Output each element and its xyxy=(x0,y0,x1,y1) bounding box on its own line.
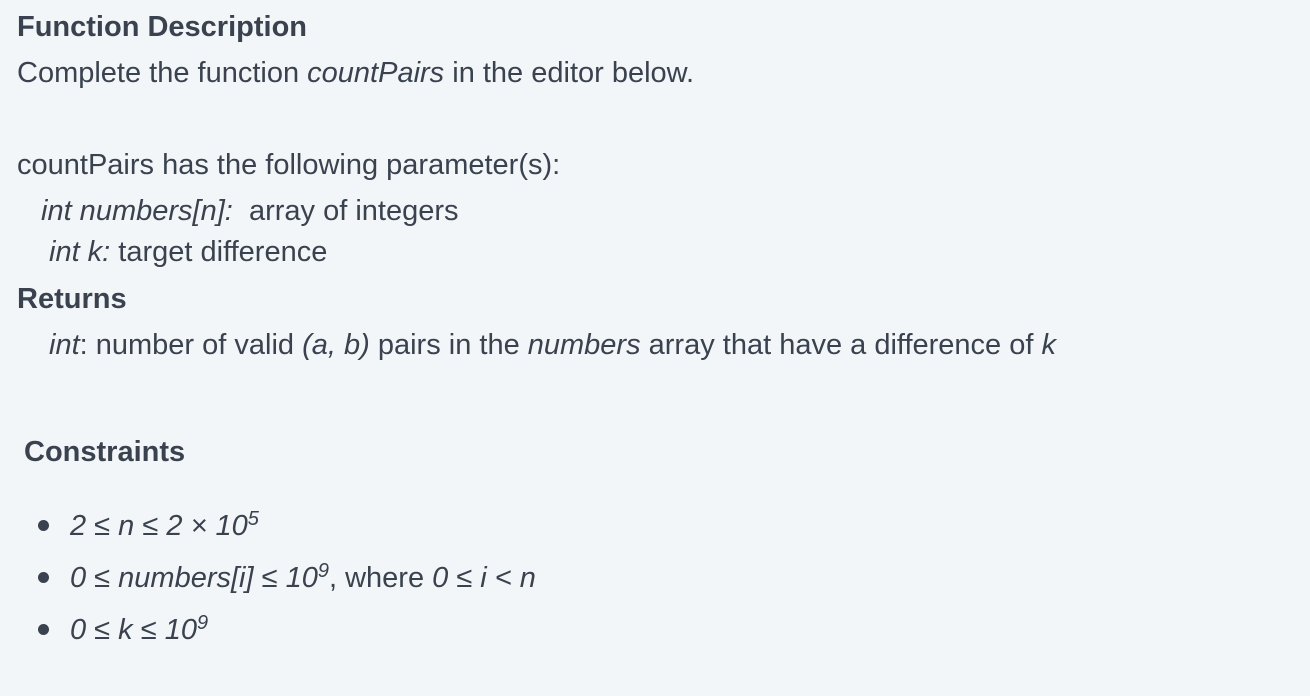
return-colon: : xyxy=(79,329,88,361)
parameter-numbers: int numbers[n]: array of integers xyxy=(41,193,458,229)
parameter-name: int k: xyxy=(49,236,111,268)
constraint-math: 0 ≤ k ≤ 10 xyxy=(70,614,197,646)
intro-suffix: in the editor below. xyxy=(444,57,695,89)
return-text-1: number of valid xyxy=(87,329,303,361)
constraint-math-secondary: 0 ≤ i < n xyxy=(432,562,536,594)
returns-heading: Returns xyxy=(17,283,127,315)
constraint-item: 0 ≤ numbers[i] ≤ 109, where 0 ≤ i < n xyxy=(38,560,536,612)
bullet-icon xyxy=(38,520,49,531)
bullet-icon xyxy=(38,624,49,635)
constraint-math: 0 ≤ numbers[i] ≤ 10 xyxy=(70,562,318,594)
bullet-icon xyxy=(38,572,49,583)
constraint-item: 2 ≤ n ≤ 2 × 105 xyxy=(38,508,536,560)
constraint-text: , where xyxy=(328,562,433,594)
constraint-item: 0 ≤ k ≤ 109 xyxy=(38,612,536,664)
return-text-3: array that have a difference of xyxy=(640,329,1042,361)
function-description-heading: Function Description xyxy=(17,11,307,43)
return-type: int xyxy=(49,329,80,361)
constraints-list: 2 ≤ n ≤ 2 × 105 0 ≤ numbers[i] ≤ 109, wh… xyxy=(38,508,536,664)
constraint-exponent: 9 xyxy=(317,560,329,582)
constraint-exponent: 5 xyxy=(247,508,259,530)
return-text-2: pairs in the xyxy=(369,329,528,361)
return-pair: (a, b) xyxy=(302,329,370,361)
constraint-math: 2 ≤ n ≤ 2 × 10 xyxy=(70,510,248,542)
constraints-heading: Constraints xyxy=(24,436,186,468)
function-name: countPairs xyxy=(307,57,445,89)
parameters-intro: countPairs has the following parameter(s… xyxy=(17,149,561,181)
return-k: k xyxy=(1041,329,1056,361)
parameter-k: int k: target difference xyxy=(49,234,327,270)
function-description-intro: Complete the function countPairs in the … xyxy=(17,55,694,91)
constraint-exponent: 9 xyxy=(196,612,209,634)
return-array-name: numbers xyxy=(527,329,641,361)
parameter-name: int numbers[n]: xyxy=(41,195,233,227)
parameter-description: array of integers xyxy=(232,195,459,227)
intro-prefix: Complete the function xyxy=(17,57,308,89)
parameter-description: target difference xyxy=(110,236,328,268)
returns-description: int: number of valid (a, b) pairs in the… xyxy=(49,327,1056,363)
